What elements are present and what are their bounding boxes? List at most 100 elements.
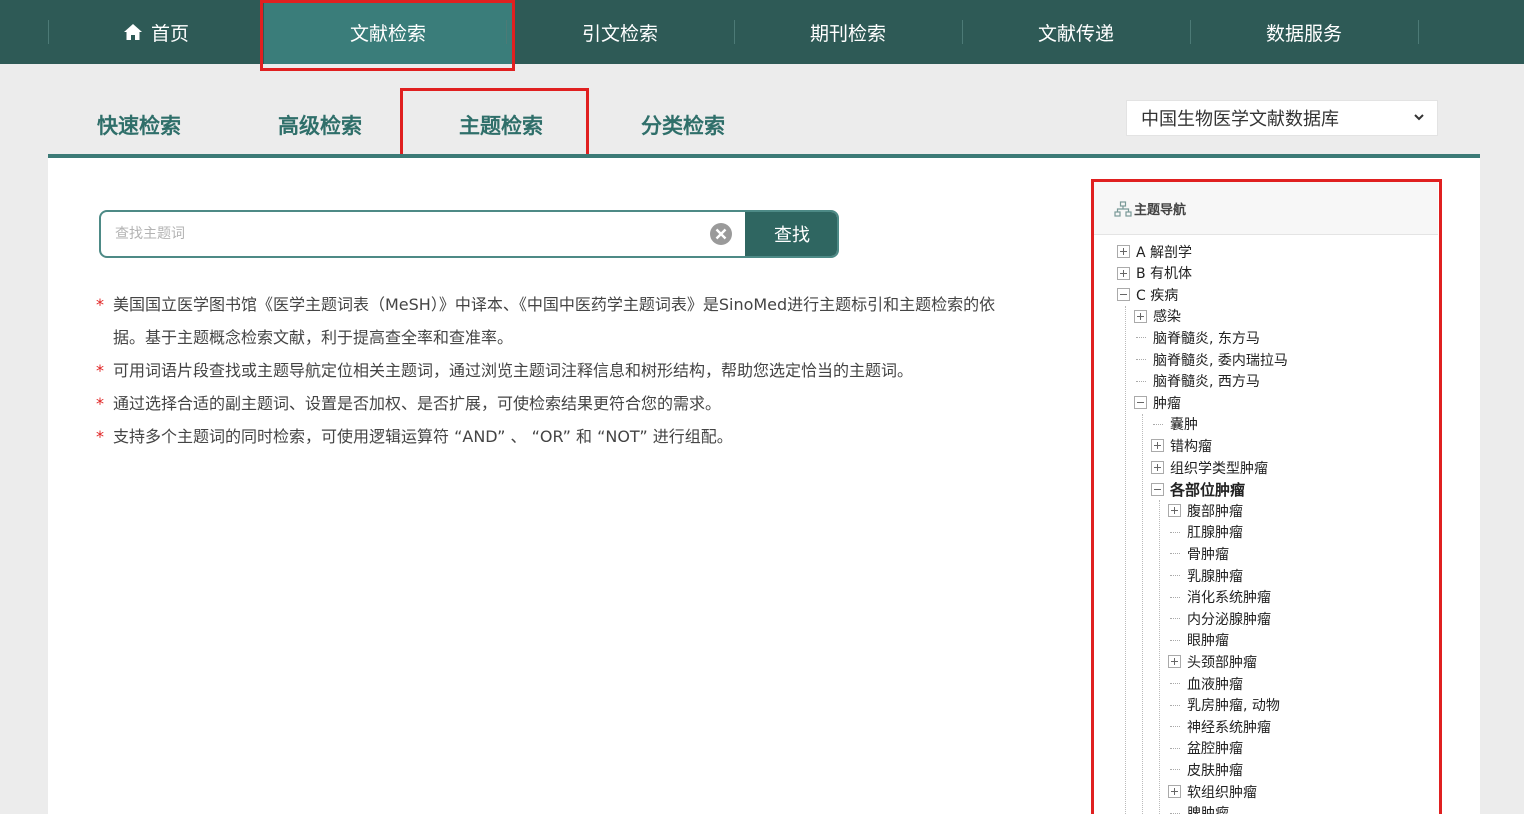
nav-item-home[interactable]: 首页	[48, 0, 264, 64]
tree-branch-line	[1168, 763, 1181, 776]
tree-node[interactable]: 乳腺肿瘤	[1168, 565, 1243, 586]
tree-node[interactable]: 乳房肿瘤, 动物	[1168, 695, 1280, 716]
nav-item-literature-search[interactable]: 文献检索	[264, 0, 512, 64]
collapse-icon[interactable]	[1151, 482, 1164, 496]
tree-node-label: 各部位肿瘤	[1170, 480, 1246, 499]
tree-guide-line	[1142, 413, 1143, 814]
nav-item-journal-search[interactable]: 期刊检索	[734, 0, 962, 64]
tree-node[interactable]: 肿瘤	[1134, 392, 1181, 413]
help-note: * 美国国立医学图书馆《医学主题词表（MeSH）》中译本、《中国中医药学主题词表》…	[96, 288, 996, 354]
tree-node-label: 内分泌腺肿瘤	[1187, 611, 1271, 628]
tree-branch-line	[1168, 677, 1181, 690]
tree-node-label: 乳房肿瘤, 动物	[1187, 698, 1280, 715]
search-button-label: 查找	[774, 225, 810, 246]
expand-icon[interactable]	[1151, 461, 1164, 474]
tree-node-label: 脑脊髓炎, 东方马	[1153, 330, 1260, 347]
database-select-value: 中国生物医学文献数据库	[1141, 109, 1339, 130]
expand-icon[interactable]	[1168, 504, 1181, 518]
tree-node-label: B 有机体	[1136, 266, 1193, 283]
tree-branch-line	[1151, 418, 1164, 431]
tab-quick-search-label: 快速检索	[97, 114, 181, 138]
expand-icon[interactable]	[1151, 439, 1164, 453]
tree-node[interactable]: 血液肿瘤	[1168, 673, 1243, 694]
tree-node-label: 组织学类型肿瘤	[1170, 460, 1268, 477]
tree-node-label: 软组织肿瘤	[1187, 784, 1257, 801]
tree-node[interactable]: 盆腔肿瘤	[1168, 738, 1243, 759]
nav-item-document-delivery-label: 文献传递	[1037, 22, 1114, 45]
home-icon	[123, 24, 142, 40]
help-notes: * 美国国立医学图书馆《医学主题词表（MeSH）》中译本、《中国中医药学主题词表》…	[96, 288, 996, 453]
expand-icon[interactable]	[1134, 309, 1147, 323]
tree-branch-line	[1168, 547, 1181, 560]
tree-node[interactable]: 错构瘤	[1151, 435, 1212, 456]
tree-node[interactable]: 软组织肿瘤	[1168, 781, 1257, 802]
tree-node[interactable]: 神经系统肿瘤	[1168, 716, 1271, 737]
tree-node-label: 头颈部肿瘤	[1187, 654, 1257, 671]
tree-node-label: 皮肤肿瘤	[1187, 762, 1243, 779]
tree-node-label: 脑脊髓炎, 西方马	[1153, 374, 1260, 391]
nav-item-literature-search-label: 文献检索	[349, 22, 426, 45]
tab-quick-search[interactable]: 快速检索	[48, 96, 230, 154]
tree-branch-line	[1168, 591, 1181, 604]
tab-classification-search-label: 分类检索	[641, 114, 725, 138]
tree-node[interactable]: 肛腺肿瘤	[1168, 522, 1243, 543]
expand-icon[interactable]	[1168, 655, 1181, 669]
tree-node-label: 腹部肿瘤	[1187, 503, 1243, 520]
nav-item-document-delivery[interactable]: 文献传递	[962, 0, 1190, 64]
tree-node[interactable]: 皮肤肿瘤	[1168, 759, 1243, 780]
tree-branch-line	[1168, 742, 1181, 755]
nav-separator	[1418, 20, 1419, 44]
tree-node[interactable]: 脑脊髓炎, 东方马	[1134, 327, 1260, 348]
tree-node[interactable]: 头颈部肿瘤	[1168, 651, 1257, 672]
subject-navigation-header: 主题导航	[1094, 181, 1438, 235]
subject-navigation-title: 主题导航	[1134, 203, 1187, 218]
tree-node[interactable]: 组织学类型肿瘤	[1151, 457, 1268, 478]
tree-node-label: 感染	[1153, 309, 1181, 326]
tree-node[interactable]: 脑脊髓炎, 西方马	[1134, 371, 1260, 392]
database-select[interactable]: 中国生物医学文献数据库	[1126, 100, 1438, 136]
tab-subject-search-label: 主题检索	[459, 114, 543, 138]
tree-node-label: 脑脊髓炎, 委内瑞拉马	[1153, 352, 1288, 369]
required-star: *	[96, 394, 104, 413]
subject-search-box: 查找	[99, 210, 839, 258]
help-note-text: 通过选择合适的副主题词、设置是否加权、是否扩展，可使检索结果更符合您的需求。	[113, 394, 722, 413]
nav-item-data-services[interactable]: 数据服务	[1190, 0, 1418, 64]
hierarchy-icon	[1114, 201, 1132, 217]
tree-node[interactable]: 内分泌腺肿瘤	[1168, 608, 1271, 629]
tree-node[interactable]: 脾肿瘤	[1168, 803, 1229, 814]
tree-node-label: 神经系统肿瘤	[1187, 719, 1271, 736]
tab-advanced-search[interactable]: 高级检索	[230, 96, 410, 154]
nav-item-citation-search[interactable]: 引文检索	[506, 0, 734, 64]
tree-node-label: 骨肿瘤	[1187, 546, 1229, 563]
expand-icon[interactable]	[1168, 785, 1181, 798]
tree-node[interactable]: 腹部肿瘤	[1168, 500, 1243, 521]
clear-icon[interactable]	[709, 222, 733, 246]
expand-icon[interactable]	[1117, 266, 1130, 280]
tree-node[interactable]: B 有机体	[1117, 263, 1192, 284]
tree-node[interactable]: 脑脊髓炎, 委内瑞拉马	[1134, 349, 1288, 370]
tree-node[interactable]: 骨肿瘤	[1168, 543, 1229, 564]
collapse-icon[interactable]	[1134, 396, 1147, 410]
collapse-icon[interactable]	[1117, 288, 1130, 302]
required-star: *	[96, 361, 104, 380]
tree-node[interactable]: A 解剖学	[1117, 241, 1192, 262]
tree-node[interactable]: 眼肿瘤	[1168, 630, 1229, 651]
tree-node[interactable]: 各部位肿瘤	[1151, 479, 1245, 500]
tree-branch-line	[1168, 807, 1181, 814]
expand-icon[interactable]	[1117, 245, 1130, 258]
tab-subject-search[interactable]: 主题检索	[410, 96, 592, 154]
tree-node[interactable]: 感染	[1134, 306, 1181, 327]
tree-node[interactable]: 消化系统肿瘤	[1168, 587, 1271, 608]
tree-node-label: 肿瘤	[1153, 395, 1181, 412]
tree-node-label: A 解剖学	[1136, 244, 1193, 261]
tree-branch-line	[1168, 526, 1181, 539]
tree-node[interactable]: 囊肿	[1151, 414, 1198, 435]
tree-node-label: 脾肿瘤	[1187, 803, 1229, 814]
tab-advanced-search-label: 高级检索	[278, 114, 362, 138]
tab-classification-search[interactable]: 分类检索	[592, 96, 774, 154]
subject-search-input[interactable]	[115, 212, 705, 256]
help-note: * 通过选择合适的副主题词、设置是否加权、是否扩展，可使检索结果更符合您的需求。	[96, 387, 996, 420]
search-button[interactable]: 查找	[745, 212, 837, 256]
tree-node[interactable]: C 疾病	[1117, 284, 1178, 305]
subject-navigation-panel: 主题导航 A 解剖学 B 有机体 C 疾病感染脑脊髓炎, 东方马脑脊髓炎, 委内瑞拉…	[1094, 181, 1438, 814]
